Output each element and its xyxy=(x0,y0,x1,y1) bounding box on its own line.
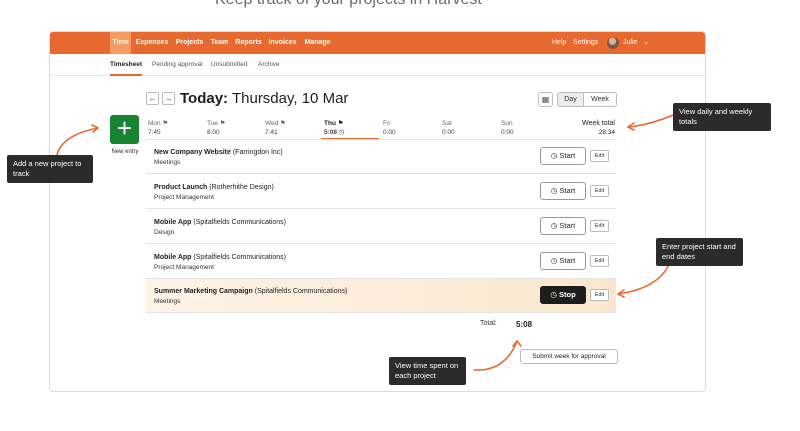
callout-dates: Enter project start and end dates xyxy=(656,238,743,266)
arrow-time-spent xyxy=(473,340,518,371)
arrow-totals xyxy=(627,114,674,128)
arrow-new-project xyxy=(56,127,99,156)
callout-new-project: Add a new project to track xyxy=(7,155,93,183)
arrowhead xyxy=(512,340,522,347)
callout-time-spent: View time spent on each project xyxy=(389,357,466,385)
callout-totals: View daily and weekly totals xyxy=(673,103,771,131)
arrow-dates xyxy=(617,261,671,295)
